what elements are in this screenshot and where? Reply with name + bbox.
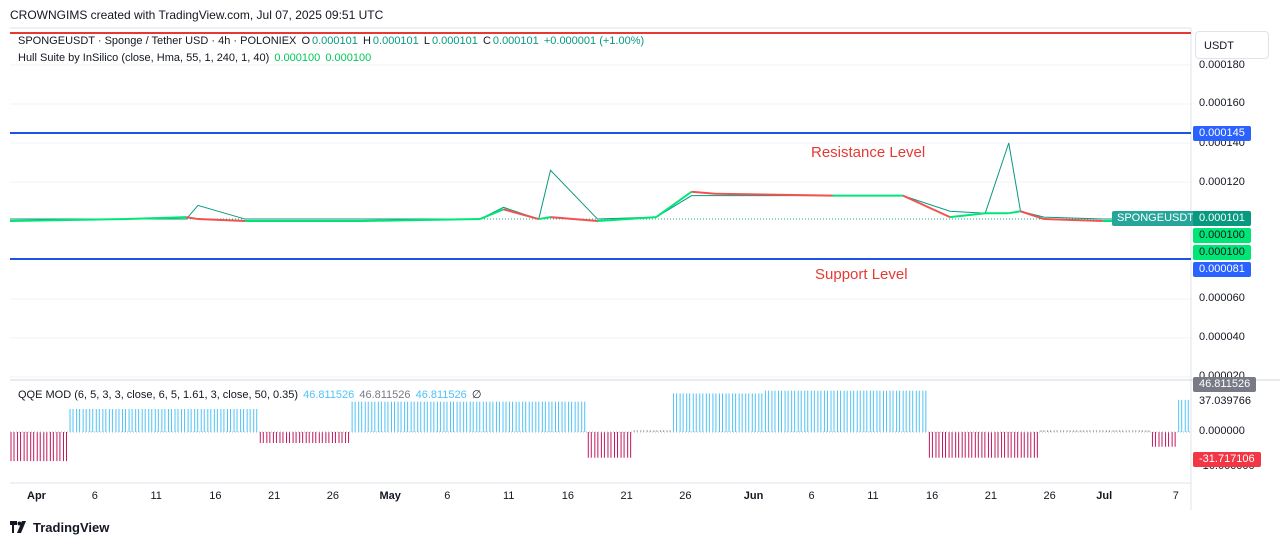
price-line [10, 142, 1115, 220]
hull-value-2: 0.000100 [325, 52, 372, 64]
time-axis-label: Jul [1096, 490, 1113, 502]
hull-name: Hull Suite by InSilico (close, Hma, 55, … [18, 52, 270, 64]
hull-price-tag-1: 0.000100 [1193, 228, 1251, 243]
support-price-tag: 0.000081 [1193, 262, 1251, 277]
qqe-bottom-tag: -31.717106 [1193, 452, 1261, 467]
legend-h-value: 0.000101 [372, 35, 419, 47]
time-axis-label: 26 [1043, 490, 1056, 502]
resistance-annotation: Resistance Level [811, 144, 926, 161]
qqe-value-4: ∅ [471, 389, 482, 401]
qqe-value-3: 46.811526 [415, 389, 467, 401]
time-axis-label: 6 [444, 490, 451, 502]
time-axis-label: 16 [561, 490, 574, 502]
hull-segment [186, 216, 199, 221]
hull-segment [197, 218, 246, 222]
time-axis-label: 11 [150, 490, 162, 502]
time-axis-label: 6 [91, 490, 98, 502]
legend-h-label: H [362, 35, 371, 47]
legend-o-value: 0.000101 [312, 35, 358, 47]
hull-segment [691, 190, 716, 195]
time-axis-label: 26 [679, 490, 692, 502]
price-tick: 0.000160 [1199, 97, 1245, 109]
hull-price-tag-2: 0.000100 [1193, 245, 1251, 260]
time-axis-label: 11 [503, 490, 515, 502]
price-series [10, 142, 1115, 220]
support-annotation: Support Level [815, 266, 908, 283]
time-axis-label: 26 [326, 490, 339, 502]
price-legend: SPONGEUSDT · Sponge / Tether USD · 4h · … [18, 35, 646, 47]
price-tick: 0.000180 [1199, 59, 1245, 71]
qqe-value-1: 46.811526 [303, 389, 355, 401]
time-axis-label: 6 [808, 490, 815, 502]
hull-segment [1008, 210, 1021, 215]
qqe-histogram [10, 390, 1189, 462]
footer-brand: TradingView [33, 520, 110, 535]
symbol-tag: SPONGEUSDT [1112, 211, 1200, 226]
qqe-value-2: 46.811526 [359, 389, 411, 401]
time-axis-label: May [379, 490, 401, 502]
price-tick: 0.000120 [1199, 176, 1245, 188]
time-axis-label: 7 [1172, 490, 1179, 502]
hull-value-1: 0.000100 [274, 52, 321, 64]
time-axis-label: 21 [984, 490, 997, 502]
legend-l-label: L [423, 35, 430, 47]
tradingview-footer: TradingView [10, 520, 109, 535]
qqe-top-tag: 46.811526 [1193, 377, 1257, 392]
qqe-tick: 0.000000 [1199, 425, 1245, 437]
legend-change: +0.000001 (+1.00%) [543, 35, 645, 47]
qqe-legend: QQE MOD (6, 5, 3, 3, close, 6, 5, 1.61, … [18, 388, 483, 401]
hull-segment [1020, 210, 1045, 220]
hull-segment [538, 216, 551, 221]
qqe-name: QQE MOD (6, 5, 3, 3, close, 6, 5, 1.61, … [18, 389, 299, 401]
legend-o-label: O [301, 35, 310, 47]
time-axis-label: 16 [926, 490, 939, 502]
hull-legend: Hull Suite by InSilico (close, Hma, 55, … [18, 52, 373, 64]
time-axis-label: Apr [27, 490, 46, 502]
chart-canvas[interactable] [0, 0, 1281, 546]
last-price-tag: 0.000101 [1193, 211, 1251, 226]
hull-segment [949, 212, 986, 219]
time-axis-label: Jun [743, 490, 764, 502]
hull-segment [503, 208, 540, 221]
currency-unit-button[interactable]: USDT [1195, 31, 1269, 59]
price-tick: 0.000060 [1199, 292, 1245, 304]
qqe-tick: 37.039766 [1199, 395, 1251, 407]
legend-symbol: SPONGEUSDT · Sponge / Tether USD · 4h · … [18, 35, 297, 47]
time-axis-label: 16 [209, 490, 222, 502]
hull-segment [550, 216, 598, 222]
time-axis-label: 21 [268, 490, 281, 502]
hull-segment [655, 190, 693, 218]
hull-segment [902, 194, 951, 219]
resistance-price-tag: 0.000145 [1193, 126, 1251, 141]
tradingview-logo-icon [10, 521, 26, 533]
legend-l-value: 0.000101 [431, 35, 478, 47]
hull-series [9, 190, 1115, 222]
hull-segment [479, 208, 504, 220]
price-tick: 0.000040 [1199, 331, 1245, 343]
time-axis-label: 21 [620, 490, 633, 502]
legend-c-value: 0.000101 [492, 35, 539, 47]
legend-c-label: C [482, 35, 491, 47]
time-axis-label: 11 [867, 490, 879, 502]
